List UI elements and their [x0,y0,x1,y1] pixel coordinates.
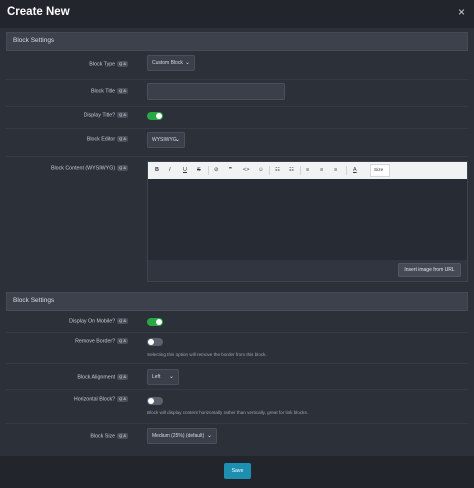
emoji-icon[interactable]: ☺ [258,166,264,174]
section-header-block-settings: Block Settings [6,32,468,51]
remove-border-row: Remove Border? Q & Selecting this option … [6,333,468,364]
link-icon[interactable]: ⊘ [214,166,219,174]
help-badge-icon[interactable]: Q & [117,136,128,142]
toggle-knob [156,319,162,325]
remove-border-label: Remove Border? Q & [75,338,128,345]
display-on-mobile-row: Display On Mobile? Q & [6,313,468,333]
block-editor-label: Block Editor Q & [86,136,128,143]
chevron-down-icon: ⌄ [206,433,212,439]
help-badge-icon[interactable]: Q & [117,165,128,171]
strikethrough-button[interactable]: S [197,166,201,174]
align-left-icon[interactable]: ≡ [306,166,309,174]
help-badge-icon[interactable]: Q & [117,433,128,439]
remove-border-toggle[interactable] [147,338,163,346]
display-title-toggle[interactable] [147,112,163,120]
numbered-list-icon[interactable]: ☷ [289,166,294,174]
align-center-icon[interactable]: ≡ [320,166,323,174]
toggle-knob [156,113,162,119]
block-title-label: Block Title Q & [90,88,128,95]
horizontal-block-row: Horizontal Block? Q & Block will display … [6,390,468,424]
insert-image-url-button[interactable]: Insert image from URL [398,263,461,277]
chevron-down-icon: ⌄ [174,137,180,143]
chevron-down-icon: ⌄ [184,60,190,66]
quote-icon[interactable]: ❞ [229,166,232,174]
horizontal-block-toggle[interactable] [147,397,163,405]
help-badge-icon[interactable]: Q & [117,338,128,344]
block-alignment-label: Block Alignment Q & [77,374,128,381]
block-title-input[interactable] [147,83,285,100]
toolbar-divider [300,166,301,175]
display-title-label: Display Title? Q & [83,112,128,119]
code-icon[interactable]: <> [243,166,249,174]
block-type-label: Block Type Q & [89,61,128,68]
block-alignment-select[interactable]: Left ⌄ [147,369,179,385]
toolbar-divider [346,166,347,175]
toggle-knob [148,398,154,404]
section-title: Block Settings [13,37,55,44]
help-badge-icon[interactable]: Q & [117,61,128,67]
dialog-header: Create New × [0,0,474,28]
block-type-row: Block Type Q & Custom Block ⌄ [6,53,468,80]
block-type-select[interactable]: Custom Block ⌄ [147,55,195,71]
block-size-label: Block Size Q & [90,433,128,440]
toolbar-divider [269,166,270,175]
section-header-block-settings-2: Block Settings [6,292,468,311]
remove-border-help: Selecting this option will remove the bo… [147,352,267,357]
align-right-icon[interactable]: ≡ [334,166,337,174]
save-button[interactable]: Save [224,463,251,479]
editor-footer: Insert image from URL [148,260,467,281]
text-color-icon[interactable]: A [353,166,357,174]
italic-button[interactable]: I [169,166,171,174]
help-badge-icon[interactable]: Q & [117,112,128,118]
horizontal-block-help: Block will display content horizontally … [147,410,309,415]
bold-button[interactable]: B [155,166,159,174]
chevron-down-icon: ⌄ [168,374,174,380]
block-content-label: Block Content (WYSIWYG) Q & [50,165,128,172]
dialog-title: Create New [7,6,70,18]
help-badge-icon[interactable]: Q & [117,88,128,94]
display-on-mobile-label: Display On Mobile? Q & [69,318,128,325]
block-editor-row: Block Editor Q & WYSIWYG ⌄ [6,129,468,157]
block-size-row: Block Size Q & Medium (25%) (default) ⌄ [6,424,468,450]
close-icon[interactable]: × [458,6,465,18]
toggle-knob [148,339,154,345]
display-on-mobile-toggle[interactable] [147,318,163,326]
toolbar-divider [208,166,209,175]
section-title: Block Settings [13,297,55,304]
help-badge-icon[interactable]: Q & [117,396,128,402]
dialog-footer: Save [0,456,474,488]
horizontal-block-label: Horizontal Block? Q & [73,396,128,403]
block-size-select[interactable]: Medium (25%) (default) ⌄ [147,428,217,444]
bullet-list-icon[interactable]: ☷ [275,166,280,174]
size-dropdown[interactable]: Size [370,164,390,177]
wysiwyg-editor: B I U S ⊘ ❞ <> ☺ ☷ ☷ ≡ ≡ ≡ A Size Insert… [147,161,468,282]
underline-button[interactable]: U [183,166,187,174]
block-alignment-row: Block Alignment Q & Left ⌄ [6,364,468,390]
editor-toolbar: B I U S ⊘ ❞ <> ☺ ☷ ☷ ≡ ≡ ≡ A Size [148,162,467,180]
create-new-dialog: Create New × Block Settings Block Type Q … [0,0,474,488]
editor-content-area[interactable] [148,179,467,259]
help-badge-icon[interactable]: Q & [117,374,128,380]
help-badge-icon[interactable]: Q & [117,318,128,324]
display-title-row: Display Title? Q & [6,107,468,129]
block-editor-select[interactable]: WYSIWYG ⌄ [147,132,185,148]
block-title-row: Block Title Q & [6,80,468,107]
